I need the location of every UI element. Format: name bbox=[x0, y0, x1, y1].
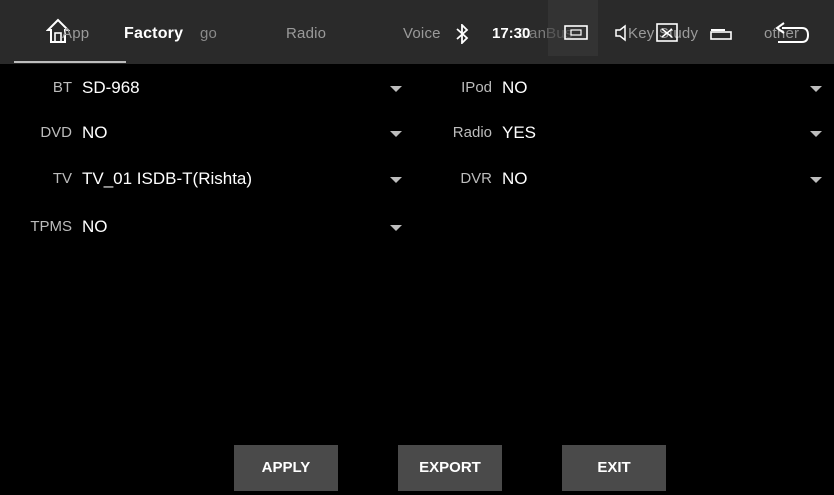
radio-label: Radio bbox=[452, 124, 492, 141]
bt-dropdown-icon[interactable] bbox=[390, 86, 402, 92]
clock-time: 17:30 bbox=[492, 25, 531, 42]
dvr-label: DVR bbox=[460, 170, 492, 187]
dvd-dropdown-icon[interactable] bbox=[390, 131, 402, 137]
back-icon[interactable] bbox=[772, 20, 810, 46]
radio-dropdown-icon[interactable] bbox=[810, 131, 822, 137]
tv-dropdown-icon[interactable] bbox=[390, 177, 402, 183]
tpms-value[interactable]: NO bbox=[82, 209, 108, 245]
tab-app[interactable]: App bbox=[62, 14, 89, 54]
bluetooth-icon bbox=[456, 24, 469, 44]
dvd-value[interactable]: NO bbox=[82, 115, 108, 151]
tv-label: TV bbox=[52, 170, 72, 187]
tv-value[interactable]: TV_01 ISDB-T(Rishta) bbox=[82, 161, 252, 197]
tab-factory[interactable]: Factory bbox=[124, 14, 183, 54]
ipod-value[interactable]: NO bbox=[502, 70, 528, 106]
dvr-dropdown-icon[interactable] bbox=[810, 177, 822, 183]
bt-label: BT bbox=[52, 79, 72, 96]
bt-value[interactable]: SD-968 bbox=[82, 70, 140, 106]
ipod-label: IPod bbox=[461, 79, 492, 96]
window-icon bbox=[656, 23, 678, 42]
screen-icon bbox=[564, 25, 588, 40]
export-button[interactable]: EXPORT bbox=[398, 445, 502, 491]
tpms-dropdown-icon[interactable] bbox=[390, 225, 402, 231]
tab-voice[interactable]: Voice bbox=[403, 14, 441, 54]
active-tab-indicator bbox=[14, 61, 126, 63]
exit-button[interactable]: EXIT bbox=[562, 445, 666, 491]
battery-icon bbox=[710, 29, 732, 40]
dvr-value[interactable]: NO bbox=[502, 161, 528, 197]
tpms-label: TPMS bbox=[30, 218, 72, 235]
dvd-label: DVD bbox=[40, 124, 72, 141]
tab-radio[interactable]: Radio bbox=[286, 14, 326, 54]
ipod-dropdown-icon[interactable] bbox=[810, 86, 822, 92]
radio-value[interactable]: YES bbox=[502, 115, 536, 151]
apply-button[interactable]: APPLY bbox=[234, 445, 338, 491]
top-bar: App Factory go Radio Voice CanBus 17:30 … bbox=[0, 0, 834, 64]
overlay-logo-text: go bbox=[200, 25, 218, 42]
